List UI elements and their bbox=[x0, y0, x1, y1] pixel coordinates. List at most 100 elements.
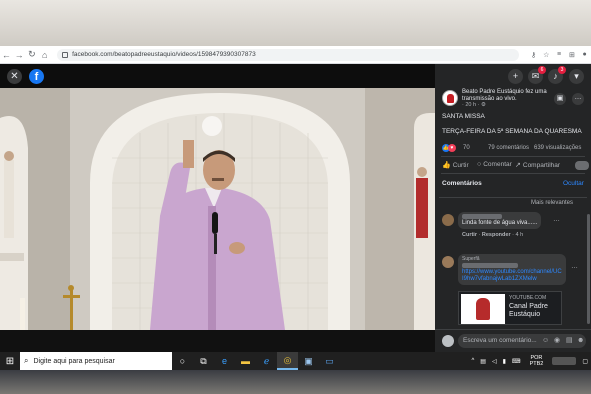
windows-start-icon[interactable]: ⊞ bbox=[0, 356, 20, 367]
superfan-badge: Superfã bbox=[462, 256, 480, 262]
comment-icon: ○ bbox=[477, 161, 482, 168]
write-comment-bar: Escreva um comentário... ☺ ◉ ▤ ☻ bbox=[435, 329, 591, 352]
url-text: facebook.com/beatopadreeustaquio/videos/… bbox=[72, 51, 256, 58]
views-count: 639 visualizações bbox=[534, 145, 582, 151]
share-button[interactable]: ↗ Compartilhar bbox=[515, 161, 560, 169]
share-icon: ↗ bbox=[515, 162, 521, 169]
network-icon[interactable]: ▤ bbox=[480, 358, 486, 365]
battery-icon[interactable]: ▮ bbox=[503, 358, 506, 365]
home-icon[interactable]: ⌂ bbox=[38, 50, 51, 60]
search-icon: ⌕ bbox=[24, 356, 29, 365]
panel-top-icons: + ✉ 6 ♪ 3 ▾ bbox=[435, 64, 591, 88]
video-frame-illustration bbox=[0, 88, 435, 330]
keyboard-icon[interactable]: ⌨ bbox=[512, 358, 521, 365]
clock-blurred[interactable] bbox=[552, 357, 577, 365]
page-avatar[interactable] bbox=[442, 90, 458, 106]
link-preview-title: Canal Padre Eustáquio bbox=[509, 303, 548, 318]
task-view-icon[interactable]: ⧉ bbox=[193, 352, 214, 370]
address-bar[interactable]: facebook.com/beatopadreeustaquio/videos/… bbox=[57, 48, 520, 61]
camera-icon[interactable]: ◉ bbox=[554, 334, 560, 348]
hide-comments-link[interactable]: Ocultar bbox=[563, 180, 584, 187]
comment-link[interactable]: https://www.youtube.com/channel/UCI9hw7v… bbox=[462, 269, 562, 282]
bell-badge: 3 bbox=[558, 66, 566, 74]
comment-like-link[interactable]: Curtir bbox=[462, 232, 477, 238]
bell-icon[interactable]: ♪ 3 bbox=[548, 66, 566, 84]
comment-input[interactable]: Escreva um comentário... ☺ ◉ ▤ ☻ bbox=[458, 334, 586, 348]
back-icon[interactable]: ← bbox=[0, 50, 13, 60]
post-author-line[interactable]: Beato Padre Eustáquio fez uma transmissã… bbox=[462, 89, 554, 103]
profile-icon[interactable]: ● bbox=[578, 51, 591, 58]
video-bottom-strip bbox=[0, 330, 435, 352]
love-reaction-icon: ♥ bbox=[448, 144, 456, 152]
link-preview-thumbnail bbox=[461, 294, 505, 324]
save-icon[interactable]: ▣ bbox=[554, 93, 566, 105]
comment-button[interactable]: ○ Comentar bbox=[477, 161, 512, 168]
close-icon[interactable]: ✕ bbox=[7, 69, 22, 84]
thumbs-up-icon: 👍 bbox=[442, 162, 451, 169]
screenshot-root: ← → ↻ ⌂ facebook.com/beatopadreeustaquio… bbox=[0, 0, 591, 394]
key-icon[interactable]: ⚷ bbox=[527, 51, 540, 59]
language-indicator[interactable]: POR PTB2 bbox=[527, 355, 547, 367]
extension-icon[interactable]: ⊞ bbox=[565, 51, 578, 59]
reactions-count[interactable]: 70 bbox=[463, 145, 470, 151]
internet-explorer-icon[interactable]: ℯ bbox=[256, 352, 277, 370]
comment-bubble: Superfã https://www.youtube.com/channel/… bbox=[458, 254, 566, 285]
star-icon[interactable]: ☆ bbox=[540, 51, 553, 59]
reload-icon[interactable]: ↻ bbox=[26, 49, 39, 60]
plus-icon[interactable]: + bbox=[508, 69, 523, 84]
link-preview-card[interactable]: YOUTUBE.COM Canal Padre Eustáquio bbox=[458, 291, 562, 325]
viewer-top-bar: ✕ f bbox=[0, 64, 435, 88]
app-window-icon[interactable]: ▣ bbox=[298, 352, 319, 370]
tray-chevron-icon[interactable]: ^ bbox=[471, 358, 474, 364]
post-meta: · 20 h · ⚙ bbox=[462, 102, 486, 108]
link-preview-site: YOUTUBE.COM bbox=[509, 295, 547, 301]
terminal-icon[interactable]: ▭ bbox=[319, 352, 340, 370]
commenter-avatar[interactable] bbox=[442, 214, 454, 226]
forward-icon[interactable]: → bbox=[13, 50, 26, 60]
commenter-avatar[interactable] bbox=[442, 256, 454, 268]
messenger-icon[interactable]: ✉ 6 bbox=[528, 66, 546, 84]
taskbar-search[interactable]: ⌕ Digite aqui para pesquisar bbox=[20, 352, 172, 370]
sort-label: Mais relevantes bbox=[531, 200, 574, 206]
more-options-icon[interactable]: … bbox=[572, 93, 584, 105]
gif-icon[interactable]: ▤ bbox=[566, 334, 573, 348]
facebook-logo-icon[interactable]: f bbox=[29, 69, 44, 84]
commenter-name-blurred[interactable] bbox=[462, 214, 502, 219]
commenter-name-blurred[interactable] bbox=[462, 263, 518, 268]
comment-reply-link[interactable]: Responder bbox=[482, 232, 511, 238]
notifications-icon[interactable]: ▢ bbox=[582, 358, 588, 365]
post-stats: 👍 ♥ 70 79 comentários 639 visualizações bbox=[435, 140, 591, 156]
messenger-badge: 6 bbox=[538, 66, 546, 74]
post-actions: 👍 Curtir ○ Comentar ↗ Compartilhar bbox=[441, 156, 589, 174]
comment-more-icon[interactable]: … bbox=[571, 263, 578, 270]
comment-text: Linda fonte de água viva...... bbox=[462, 220, 538, 226]
comment-time: 4 h bbox=[515, 232, 524, 238]
comments-scrollbar[interactable] bbox=[587, 214, 590, 324]
comment-more-icon[interactable]: … bbox=[553, 216, 560, 223]
comments-sort[interactable]: Mais relevantes bbox=[439, 197, 587, 208]
blurred-background-top bbox=[0, 0, 591, 46]
comment-bubble: Linda fonte de água viva...... bbox=[458, 212, 542, 229]
chrome-icon[interactable]: ◎ bbox=[277, 352, 298, 370]
reaction-icons[interactable]: 👍 ♥ bbox=[442, 144, 456, 152]
comments-header: Comentários Ocultar bbox=[435, 177, 591, 191]
playlist-icon[interactable]: ≡ bbox=[553, 51, 566, 58]
sticker-icon[interactable]: ☻ bbox=[577, 334, 584, 348]
system-tray: ^ ▤ ◁ ▮ ⌨ POR PTB2 ▢ bbox=[468, 352, 591, 370]
account-menu-icon[interactable]: ▾ bbox=[569, 69, 584, 84]
comment-actions: Curtir · Responder · 4 h bbox=[462, 232, 524, 238]
emoji-icon[interactable]: ☺ bbox=[542, 334, 549, 348]
post-subtitle: TERÇA-FEIRA DA 5ª SEMANA DA QUARESMA bbox=[442, 128, 582, 135]
like-button[interactable]: 👍 Curtir bbox=[442, 161, 469, 169]
volume-icon[interactable]: ◁ bbox=[492, 358, 497, 365]
browser-toolbar: ← → ↻ ⌂ facebook.com/beatopadreeustaquio… bbox=[0, 46, 591, 64]
file-explorer-icon[interactable]: ▬ bbox=[235, 352, 256, 370]
comments-title: Comentários bbox=[442, 180, 482, 187]
edge-legacy-icon[interactable]: e bbox=[214, 352, 235, 370]
lock-icon bbox=[62, 51, 69, 58]
cortana-icon[interactable]: ○ bbox=[172, 352, 193, 370]
my-avatar bbox=[442, 335, 454, 347]
comments-count[interactable]: 79 comentários bbox=[488, 145, 529, 151]
video-player[interactable] bbox=[0, 88, 435, 330]
share-as-avatar[interactable] bbox=[575, 161, 589, 170]
